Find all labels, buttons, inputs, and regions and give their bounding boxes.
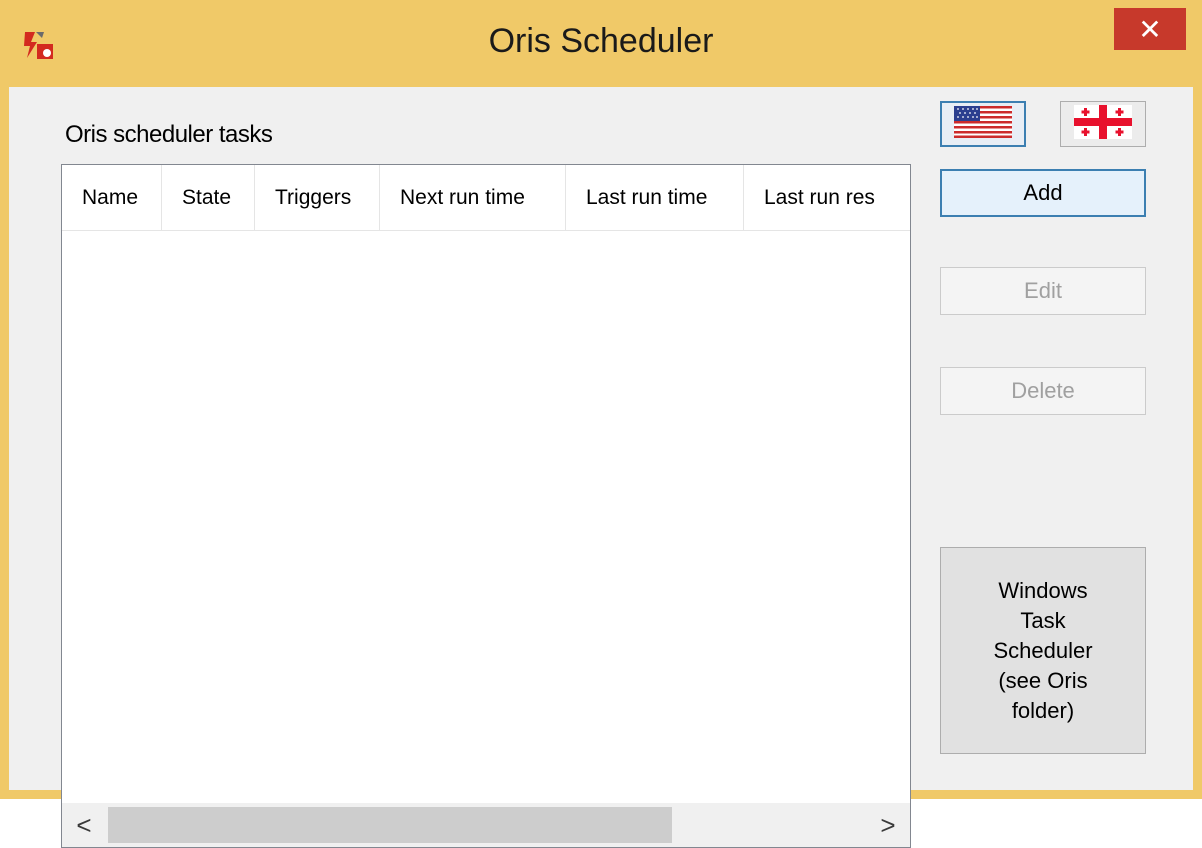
georgia-flag-icon [1074, 104, 1132, 144]
column-header-last-run-time[interactable]: Last run time [566, 165, 744, 230]
tasks-label: Oris scheduler tasks [65, 121, 273, 148]
column-header-name[interactable]: Name [62, 165, 162, 230]
tasks-list[interactable]: Name State Triggers Next run time Last r… [61, 164, 911, 848]
column-header-triggers[interactable]: Triggers [255, 165, 380, 230]
delete-button[interactable]: Delete [940, 367, 1146, 415]
client-area: Oris scheduler tasks Name State Triggers… [9, 87, 1193, 848]
list-header: Name State Triggers Next run time Last r… [62, 165, 910, 231]
chevron-left-icon: < [76, 809, 92, 840]
georgian-language-button[interactable] [1060, 101, 1146, 147]
column-header-state[interactable]: State [162, 165, 255, 230]
chevron-right-icon: > [880, 809, 896, 840]
column-header-last-run-result[interactable]: Last run res [744, 165, 910, 230]
window-title: Oris Scheduler [488, 22, 714, 60]
edit-button[interactable]: Edit [940, 267, 1146, 315]
english-language-button[interactable] [940, 101, 1026, 147]
close-button[interactable]: ✕ [1114, 8, 1186, 50]
oris-scheduler-window: Oris Scheduler ✕ Oris scheduler tasks Na… [0, 0, 1202, 848]
column-header-next-run-time[interactable]: Next run time [380, 165, 566, 230]
horizontal-scrollbar[interactable]: < > [62, 803, 910, 847]
scroll-thumb[interactable] [108, 807, 672, 843]
add-button[interactable]: Add [940, 169, 1146, 217]
scroll-left-button[interactable]: < [62, 803, 106, 847]
us-flag-icon [954, 105, 1012, 143]
title-bar[interactable]: Oris Scheduler ✕ [0, 0, 1202, 88]
windows-task-scheduler-button[interactable]: Windows Task Scheduler (see Oris folder) [940, 547, 1146, 754]
close-icon: ✕ [1138, 13, 1162, 45]
scroll-right-button[interactable]: > [866, 803, 910, 847]
